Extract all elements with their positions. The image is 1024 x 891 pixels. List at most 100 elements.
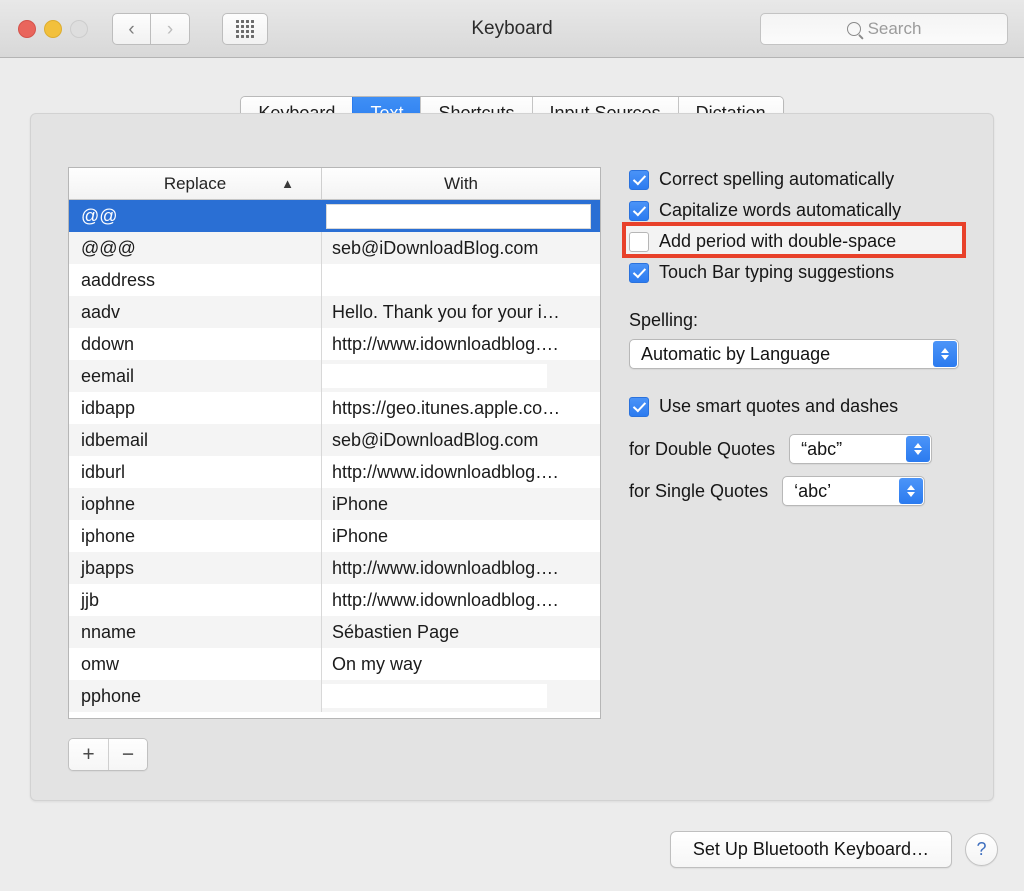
table-row[interactable]: idbemail seb@iDownloadBlog.com: [69, 424, 600, 456]
stepper-icon[interactable]: [906, 436, 931, 462]
table-row[interactable]: iphone iPhone: [69, 520, 600, 552]
checkbox-add-period[interactable]: [629, 231, 649, 252]
option-correct-spelling-label: Correct spelling automatically: [659, 169, 895, 189]
checkbox-correct-spelling[interactable]: [629, 169, 649, 190]
table-row[interactable]: @@: [69, 200, 600, 232]
cell-replace[interactable]: eemail: [69, 360, 322, 392]
cell-with[interactable]: iPhone: [322, 520, 600, 552]
cell-replace[interactable]: aaddress: [69, 264, 322, 296]
stepper-icon[interactable]: [933, 341, 957, 367]
double-quotes-dropdown[interactable]: “abc”: [789, 434, 933, 464]
add-replacement-button[interactable]: +: [69, 739, 108, 770]
column-header-replace-label: Replace: [163, 173, 227, 193]
system-preferences-window: ‹ › Keyboard Search Keyboard Text Shortc…: [0, 0, 1024, 891]
cell-replace[interactable]: jjb: [69, 584, 322, 616]
table-row[interactable]: pphone: [69, 680, 600, 712]
cell-replace[interactable]: iophne: [69, 488, 322, 520]
cell-replace[interactable]: idbapp: [69, 392, 322, 424]
table-row[interactable]: idbapp https://geo.itunes.apple.co…: [69, 392, 600, 424]
table-row[interactable]: jbapps http://www.idownloadblog….: [69, 552, 600, 584]
single-quotes-row: for Single Quotes ‘abc’: [629, 476, 974, 506]
option-touch-bar-suggestions[interactable]: Touch Bar typing suggestions: [629, 257, 974, 288]
window-titlebar: ‹ › Keyboard Search: [0, 0, 1024, 58]
cell-with[interactable]: http://www.idownloadblog….: [322, 584, 600, 616]
option-correct-spelling[interactable]: Correct spelling automatically: [629, 164, 974, 195]
checkbox-capitalize-words[interactable]: [629, 200, 649, 221]
cell-with[interactable]: Hello. Thank you for your i…: [322, 296, 600, 328]
cell-replace[interactable]: pphone: [69, 680, 322, 712]
help-button[interactable]: ?: [965, 833, 998, 866]
table-row[interactable]: iophne iPhone: [69, 488, 600, 520]
table-body: @@ @@@ seb@iDownloadBlog.com aaddress aadv He…: [69, 200, 600, 712]
spelling-dropdown-value: Automatic by Language: [641, 343, 831, 364]
search-icon: [846, 22, 861, 36]
spelling-dropdown[interactable]: Automatic by Language: [629, 339, 959, 369]
set-up-bluetooth-keyboard-button[interactable]: Set Up Bluetooth Keyboard…: [669, 831, 952, 868]
table-row[interactable]: idburl http://www.idownloadblog….: [69, 456, 600, 488]
cell-with[interactable]: http://www.idownloadblog….: [322, 328, 600, 360]
table-row[interactable]: aadv Hello. Thank you for your i…: [69, 296, 600, 328]
cell-replace[interactable]: ddown: [69, 328, 322, 360]
single-quotes-value: ‘abc’: [794, 480, 832, 501]
double-quotes-row: for Double Quotes “abc”: [629, 434, 974, 464]
table-row[interactable]: aaddress: [69, 264, 600, 296]
table-row[interactable]: omw On my way: [69, 648, 600, 680]
cell-with[interactable]: https://geo.itunes.apple.co…: [322, 392, 600, 424]
checkbox-touch-bar-suggestions[interactable]: [629, 262, 649, 283]
cell-with[interactable]: http://www.idownloadblog….: [322, 456, 600, 488]
cell-with[interactable]: seb@iDownloadBlog.com: [322, 424, 600, 456]
column-header-with[interactable]: With: [322, 168, 600, 199]
table-row[interactable]: ddown http://www.idownloadblog….: [69, 328, 600, 360]
column-header-replace[interactable]: Replace ▲: [69, 168, 322, 199]
chevron-down-icon: [941, 355, 949, 360]
chevron-up-icon: ▲: [281, 176, 294, 191]
cell-with[interactable]: [322, 360, 600, 392]
cell-replace[interactable]: @@@: [69, 232, 322, 264]
cell-replace[interactable]: nname: [69, 616, 322, 648]
chevron-up-icon: [907, 485, 916, 490]
single-quotes-dropdown[interactable]: ‘abc’: [782, 476, 926, 506]
cell-replace[interactable]: jbapps: [69, 552, 322, 584]
remove-replacement-button[interactable]: −: [108, 739, 147, 770]
cell-with[interactable]: [322, 264, 600, 296]
text-replacement-table: Replace ▲ With @@ @@@ seb@iDownloadBlog.co…: [68, 167, 601, 719]
table-row[interactable]: @@@ seb@iDownloadBlog.com: [69, 232, 600, 264]
table-action-buttons: + −: [68, 738, 148, 771]
option-capitalize-words-label: Capitalize words automatically: [659, 200, 902, 220]
option-add-period-wrapper: Add period with double-space: [622, 222, 974, 258]
search-placeholder: Search: [867, 19, 922, 38]
chevron-down-icon: [914, 450, 923, 455]
cell-with[interactable]: http://www.idownloadblog….: [322, 552, 600, 584]
cell-replace[interactable]: omw: [69, 648, 322, 680]
table-row[interactable]: nname Sébastien Page: [69, 616, 600, 648]
cell-with[interactable]: seb@iDownloadBlog.com: [322, 232, 600, 264]
table-row[interactable]: jjb http://www.idownloadblog….: [69, 584, 600, 616]
table-header-row: Replace ▲ With: [69, 168, 600, 200]
table-row[interactable]: eemail: [69, 360, 600, 392]
cell-replace[interactable]: aadv: [69, 296, 322, 328]
stepper-icon[interactable]: [899, 478, 924, 504]
cell-with[interactable]: iPhone: [322, 488, 600, 520]
checkbox-smart-quotes[interactable]: [629, 396, 649, 417]
replacement-edit-field[interactable]: [326, 203, 591, 229]
cell-replace[interactable]: idbemail: [69, 424, 322, 456]
cell-with[interactable]: [322, 680, 600, 712]
cell-with[interactable]: On my way: [322, 648, 600, 680]
cell-replace[interactable]: iphone: [69, 520, 322, 552]
double-quotes-value: “abc”: [801, 438, 843, 459]
cell-with[interactable]: [322, 200, 600, 232]
single-quotes-label: for Single Quotes: [629, 480, 769, 501]
search-input[interactable]: Search: [760, 13, 1008, 45]
option-add-period[interactable]: Add period with double-space: [629, 226, 974, 257]
text-options-column: Correct spelling automatically Capitaliz…: [622, 164, 974, 506]
chevron-up-icon: [914, 443, 923, 448]
option-smart-quotes[interactable]: Use smart quotes and dashes: [629, 391, 974, 422]
chevron-down-icon: [907, 492, 916, 497]
cell-replace[interactable]: @@: [69, 200, 322, 232]
chevron-up-icon: [941, 348, 949, 353]
text-preferences-panel: Replace ▲ With @@ @@@ seb@iDownloadBlog.co…: [30, 113, 994, 801]
option-smart-quotes-label: Use smart quotes and dashes: [659, 396, 899, 416]
cell-replace[interactable]: idburl: [69, 456, 322, 488]
spelling-label: Spelling:: [629, 310, 699, 330]
cell-with[interactable]: Sébastien Page: [322, 616, 600, 648]
